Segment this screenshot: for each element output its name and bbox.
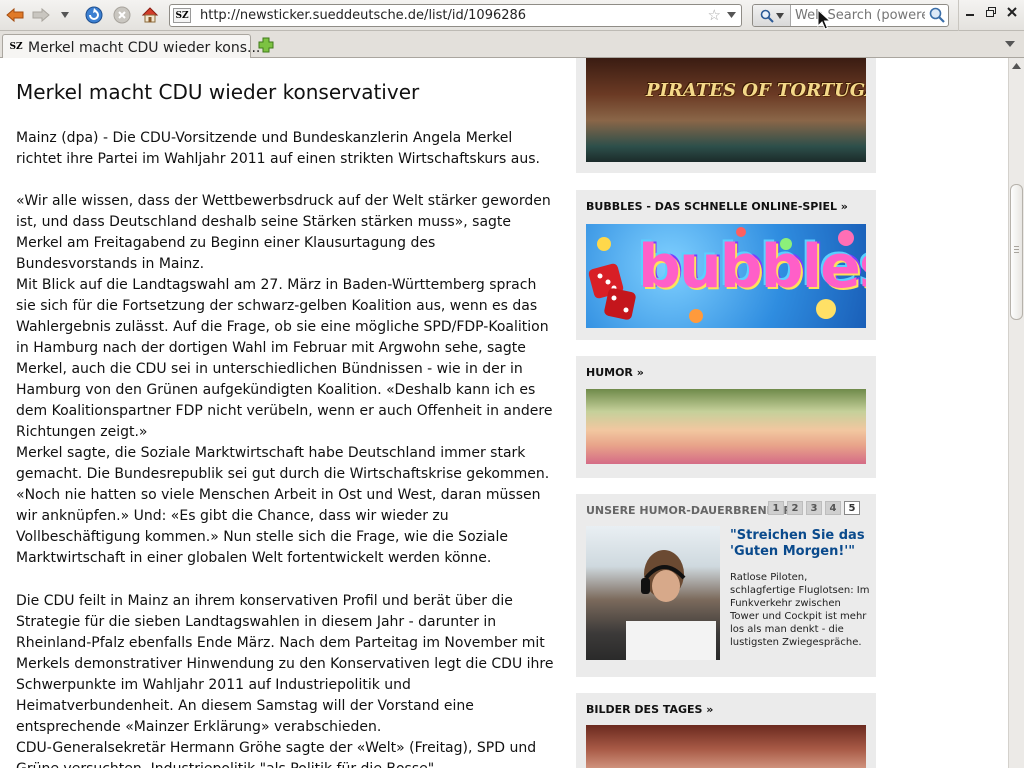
back-button[interactable] [3,4,27,26]
window-controls [958,0,1024,31]
minimize-icon [966,14,974,16]
new-tab-button[interactable] [257,36,275,54]
bubbles-heading-link[interactable]: BUBBLES - DAS SCHNELLE ONLINE-SPIEL » [586,200,848,213]
bilder-des-tages-image[interactable] [586,725,866,768]
tab-list-chevron-icon[interactable] [1005,40,1015,48]
star-icon[interactable]: ☆ [708,7,721,23]
back-arrow-icon [6,7,24,23]
article-paragraph: Merkel sagte, die Soziale Marktwirtschaf… [16,445,550,566]
pagination-item[interactable]: 1 [768,501,784,515]
bilder-heading-link[interactable]: BILDER DES TAGES » [586,703,713,716]
tab-strip: SZ Merkel macht CDU wieder kons... [0,31,1024,59]
search-engine-button[interactable] [753,5,791,26]
bilder-des-tages-box: BILDER DES TAGES » [576,693,876,768]
home-button[interactable] [138,4,162,26]
scroll-up-button[interactable] [1009,58,1024,74]
mouse-cursor-icon [817,9,831,30]
forward-arrow-icon [32,7,50,23]
scrollbar-thumb[interactable] [1010,184,1023,320]
dauerbrenner-pagination: 1 2 3 4 5 [768,501,860,515]
forward-button[interactable] [29,4,53,26]
scroll-grip [1014,252,1019,253]
dauerbrenner-heading: UNSERE HUMOR-DAUERBRENNER [586,504,792,517]
article-paragraph: Die CDU feilt in Mainz an ihrem konserva… [16,593,554,735]
pagination-item[interactable]: 3 [806,501,822,515]
vertical-scrollbar[interactable] [1008,58,1024,768]
tab-active[interactable]: SZ Merkel macht CDU wieder kons... [2,34,260,59]
site-favicon: SZ [9,42,23,52]
pirates-game-logo: PIRATES OF TORTUGA 2 [646,80,866,101]
minimize-button[interactable] [961,4,979,20]
pilot-image[interactable] [586,526,720,660]
chevron-down-icon [61,12,69,18]
navigation-toolbar: SZ http://newsticker.sueddeutsche.de/lis… [0,0,1024,31]
bubbles-logo: bubbles [638,232,866,302]
article-paragraph: Mit Blick auf die Landtagswahl am 27. Mä… [16,277,553,440]
pagination-item[interactable]: 2 [787,501,803,515]
scroll-grip [1014,249,1019,250]
scroll-grip [1014,246,1019,247]
headset-icon [626,550,716,660]
close-window-button[interactable] [1003,4,1021,20]
pirates-game-image[interactable]: PIRATES OF TORTUGA 2 [586,58,866,162]
article-paragraph: CDU-Generalsekretär Hermann Gröhe sagte … [16,740,537,768]
chevron-down-icon[interactable] [727,11,736,19]
stop-icon [113,6,131,24]
article-title: Merkel macht CDU wieder konservativer [16,80,420,104]
site-favicon: SZ [173,8,191,23]
humor-dauerbrenner-box: UNSERE HUMOR-DAUERBRENNER 1 2 3 4 5 "Str… [576,494,876,677]
search-input[interactable] [795,7,925,24]
article-paragraph: Mainz (dpa) - Die CDU-Vorsitzende und Bu… [16,130,540,167]
restore-icon [986,7,996,17]
restore-button[interactable] [982,4,1000,20]
dauerbrenner-teaser: Ratlose Piloten, schlagfertige Fluglotse… [730,572,870,648]
search-go-button[interactable] [928,6,946,24]
tab-title: Merkel macht CDU wieder kons... [28,40,261,56]
bubbles-box: BUBBLES - DAS SCHNELLE ONLINE-SPIEL » bu… [576,190,876,340]
magnifier-icon [929,7,945,23]
pirates-game-box: PIRATES OF TORTUGA 2 [576,58,876,173]
magnifier-icon [760,9,774,23]
page-content: Merkel macht CDU wieder konservativer Ma… [0,58,1008,768]
url-bar[interactable]: SZ http://newsticker.sueddeutsche.de/lis… [169,4,742,27]
home-icon [141,7,159,23]
reload-icon [85,6,103,24]
chevron-down-icon [775,12,784,19]
dauerbrenner-headline-link[interactable]: "Streichen Sie das 'Guten Morgen!'" [730,528,870,560]
humor-box: HUMOR » [576,356,876,478]
article-paragraph: «Wir alle wissen, dass der Wettbewerbsdr… [16,193,551,272]
search-bar[interactable] [752,4,949,27]
humor-image[interactable] [586,389,866,464]
reload-button[interactable] [82,4,106,26]
history-dropdown-button[interactable] [56,4,74,26]
bubbles-game-image[interactable]: bubbles [586,224,866,328]
chevron-up-icon [1012,63,1021,69]
url-text[interactable]: http://newsticker.sueddeutsche.de/list/i… [200,8,526,23]
pagination-item[interactable]: 4 [825,501,841,515]
stop-button[interactable] [110,4,134,26]
close-icon [1007,7,1017,17]
pagination-item-active[interactable]: 5 [844,501,860,515]
humor-heading-link[interactable]: HUMOR » [586,366,644,379]
